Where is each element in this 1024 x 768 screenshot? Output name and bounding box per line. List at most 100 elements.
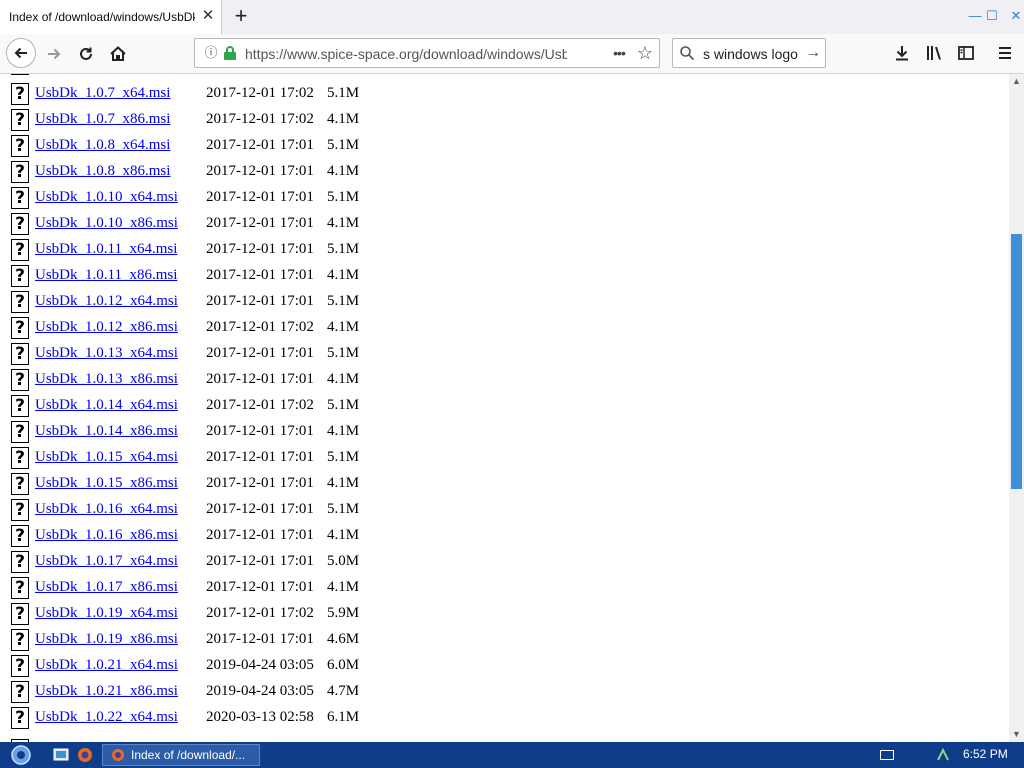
file-date: 2020-03-13 02:58 bbox=[206, 709, 314, 725]
list-item: ? UsbDk_1.0.15_x64.msi 2017-12-01 17:01 5.1… bbox=[0, 446, 1009, 472]
file-size: 5.1M bbox=[327, 241, 360, 257]
tab-close-icon[interactable]: ✕ bbox=[200, 8, 216, 24]
file-link[interactable]: UsbDk_1.0.15_x64.msi bbox=[35, 449, 178, 466]
list-item: ? UsbDk_1.0.7_x86.msi 2017-12-01 17:02 4.1M bbox=[0, 108, 1009, 134]
downloads-button[interactable] bbox=[889, 40, 915, 66]
back-button[interactable] bbox=[6, 38, 36, 68]
file-date: 2017-12-01 17:01 bbox=[206, 215, 314, 231]
file-link[interactable]: UsbDk_1.0.11_x64.msi bbox=[35, 241, 177, 258]
new-tab-button[interactable]: + bbox=[230, 4, 252, 28]
file-size: 5.1M bbox=[327, 449, 360, 465]
file-link[interactable]: UsbDk_1.0.12_x64.msi bbox=[35, 293, 178, 310]
tab-title: Index of /download/windows/UsbDk bbox=[9, 10, 195, 24]
menu-button[interactable] bbox=[992, 40, 1018, 66]
file-link[interactable]: UsbDk_1.0.19_x86.msi bbox=[35, 631, 178, 648]
keyboard-icon[interactable] bbox=[880, 750, 894, 760]
file-size: 4.1M bbox=[327, 371, 360, 387]
file-link[interactable]: UsbDk_1.0.10_x86.msi bbox=[35, 215, 178, 232]
tab-active[interactable]: Index of /download/windows/UsbDk ✕ bbox=[0, 0, 222, 34]
url-bar[interactable]: ⓘ https://www.spice-space.org/download/w… bbox=[194, 38, 660, 68]
forward-button[interactable] bbox=[40, 40, 68, 68]
file-date: 2017-12-01 17:01 bbox=[206, 579, 314, 595]
taskbar-task-browser[interactable]: Index of /download/... bbox=[102, 744, 260, 766]
file-link[interactable]: UsbDk_1.0.13_x64.msi bbox=[35, 345, 178, 362]
list-item: ? UsbDk_1.0.10_x64.msi 2017-12-01 17:01 5.1… bbox=[0, 186, 1009, 212]
library-button[interactable] bbox=[921, 40, 947, 66]
hamburger-menu-icon bbox=[999, 47, 1011, 59]
unknown-file-icon: ? bbox=[11, 109, 29, 131]
file-link[interactable]: UsbDk_1.0.12_x86.msi bbox=[35, 319, 178, 336]
file-link[interactable]: UsbDk_1.0.16_x86.msi bbox=[35, 527, 178, 544]
search-input[interactable]: s windows logo bbox=[703, 46, 803, 62]
back-arrow-icon bbox=[14, 47, 27, 59]
close-window-button[interactable]: ✕ bbox=[1007, 8, 1024, 24]
list-item: ? UsbDk_1.0.21_x86.msi 2019-04-24 03:05 4.7… bbox=[0, 680, 1009, 706]
url-text[interactable]: https://www.spice-space.org/download/win… bbox=[245, 46, 567, 62]
file-link[interactable]: UsbDk_1.0.17_x64.msi bbox=[35, 553, 178, 570]
start-button-icon[interactable] bbox=[8, 744, 34, 766]
file-link[interactable]: UsbDk_1.0.15_x86.msi bbox=[35, 475, 178, 492]
file-size: 4.1M bbox=[327, 423, 360, 439]
file-date: 2017-12-01 17:01 bbox=[206, 423, 314, 439]
unknown-file-icon: ? bbox=[11, 213, 29, 235]
info-icon[interactable]: ⓘ bbox=[203, 45, 219, 61]
list-item: ? UsbDk_1.0.8_x86.msi 2017-12-01 17:01 4.1M bbox=[0, 160, 1009, 186]
file-date: 2017-12-01 17:02 bbox=[206, 605, 314, 621]
vertical-scrollbar[interactable]: ▲ ▼ bbox=[1009, 74, 1024, 742]
file-date: 2019-04-24 03:05 bbox=[206, 657, 314, 673]
list-item: ? UsbDk_1.0.19_x64.msi 2017-12-01 17:02 5.9… bbox=[0, 602, 1009, 628]
search-go-arrow-icon[interactable]: → bbox=[803, 43, 823, 63]
unknown-file-icon: ? bbox=[11, 187, 29, 209]
browser-quicklaunch-icon[interactable] bbox=[76, 746, 94, 764]
unknown-file-icon: ? bbox=[11, 317, 29, 339]
file-link[interactable]: UsbDk_1.0.8_x64.msi bbox=[35, 137, 170, 154]
file-link[interactable] bbox=[35, 74, 175, 75]
file-link[interactable]: UsbDk_1.0.17_x86.msi bbox=[35, 579, 178, 596]
list-item: ? UsbDk_1.0.7_x64.msi 2017-12-01 17:02 5.1M bbox=[0, 82, 1009, 108]
search-bar[interactable]: s windows logo → bbox=[672, 38, 826, 68]
star-icon[interactable]: ☆ bbox=[635, 43, 655, 63]
file-link[interactable]: UsbDk_1.0.10_x64.msi bbox=[35, 189, 178, 206]
navigation-toolbar: ⓘ https://www.spice-space.org/download/w… bbox=[0, 34, 1024, 74]
reload-button[interactable] bbox=[72, 40, 100, 68]
more-icon[interactable]: ••• bbox=[609, 44, 629, 62]
file-link[interactable]: UsbDk_1.0.7_x64.msi bbox=[35, 85, 170, 102]
list-item: ? UsbDk_1.0.14_x86.msi 2017-12-01 17:01 4.1… bbox=[0, 420, 1009, 446]
file-date: 2017-12-01 17:01 bbox=[206, 163, 314, 179]
file-date: 2017-12-01 17:01 bbox=[206, 631, 314, 647]
file-link[interactable]: UsbDk_1.0.14_x64.msi bbox=[35, 397, 178, 414]
file-link[interactable]: UsbDk_1.0.21_x86.msi bbox=[35, 683, 178, 700]
minimize-button[interactable]: — bbox=[966, 8, 984, 24]
clock[interactable]: 6:52 PM bbox=[963, 747, 1008, 761]
lock-icon[interactable] bbox=[223, 45, 237, 61]
file-link[interactable]: UsbDk_1.0.19_x64.msi bbox=[35, 605, 178, 622]
maximize-button[interactable]: ☐ bbox=[983, 8, 1001, 24]
file-link[interactable]: UsbDk_1.0.14_x86.msi bbox=[35, 423, 178, 440]
scroll-up-arrow-icon[interactable]: ▲ bbox=[1009, 74, 1024, 89]
scroll-down-arrow-icon[interactable]: ▼ bbox=[1009, 727, 1024, 742]
file-link[interactable]: UsbDk_1.0.8_x86.msi bbox=[35, 163, 170, 180]
scroll-thumb[interactable] bbox=[1011, 234, 1022, 489]
file-link[interactable]: UsbDk_1.0.22_x64.msi bbox=[35, 709, 178, 726]
file-link[interactable]: UsbDk_1.0.21_x64.msi bbox=[35, 657, 178, 674]
unknown-file-icon: ? bbox=[11, 265, 29, 287]
sidebar-button[interactable] bbox=[953, 40, 979, 66]
file-date: 2017-12-01 17:01 bbox=[206, 293, 314, 309]
network-icon[interactable] bbox=[935, 747, 951, 763]
home-button[interactable] bbox=[104, 40, 132, 68]
reload-icon bbox=[80, 47, 92, 60]
unknown-file-icon: ? bbox=[11, 343, 29, 365]
file-size: 4.1M bbox=[327, 319, 360, 335]
file-link[interactable]: UsbDk_1.0.13_x86.msi bbox=[35, 371, 178, 388]
file-link[interactable]: UsbDk_1.0.16_x64.msi bbox=[35, 501, 178, 518]
list-item: ? UsbDk_1.0.10_x86.msi 2017-12-01 17:01 4.1… bbox=[0, 212, 1009, 238]
file-link[interactable]: UsbDk_1.0.7_x86.msi bbox=[35, 111, 170, 128]
file-size: 4.1M bbox=[327, 579, 360, 595]
file-size: 4.1M bbox=[327, 163, 360, 179]
tab-strip: Index of /download/windows/UsbDk ✕ + — ☐… bbox=[0, 0, 1024, 34]
show-desktop-icon[interactable] bbox=[52, 746, 70, 764]
file-size: 5.1M bbox=[327, 85, 360, 101]
list-item: ? UsbDk_1.0.16_x86.msi 2017-12-01 17:01 4.1… bbox=[0, 524, 1009, 550]
file-link[interactable]: UsbDk_1.0.11_x86.msi bbox=[35, 267, 177, 284]
taskbar: Index of /download/... 6:52 PM bbox=[0, 742, 1024, 768]
